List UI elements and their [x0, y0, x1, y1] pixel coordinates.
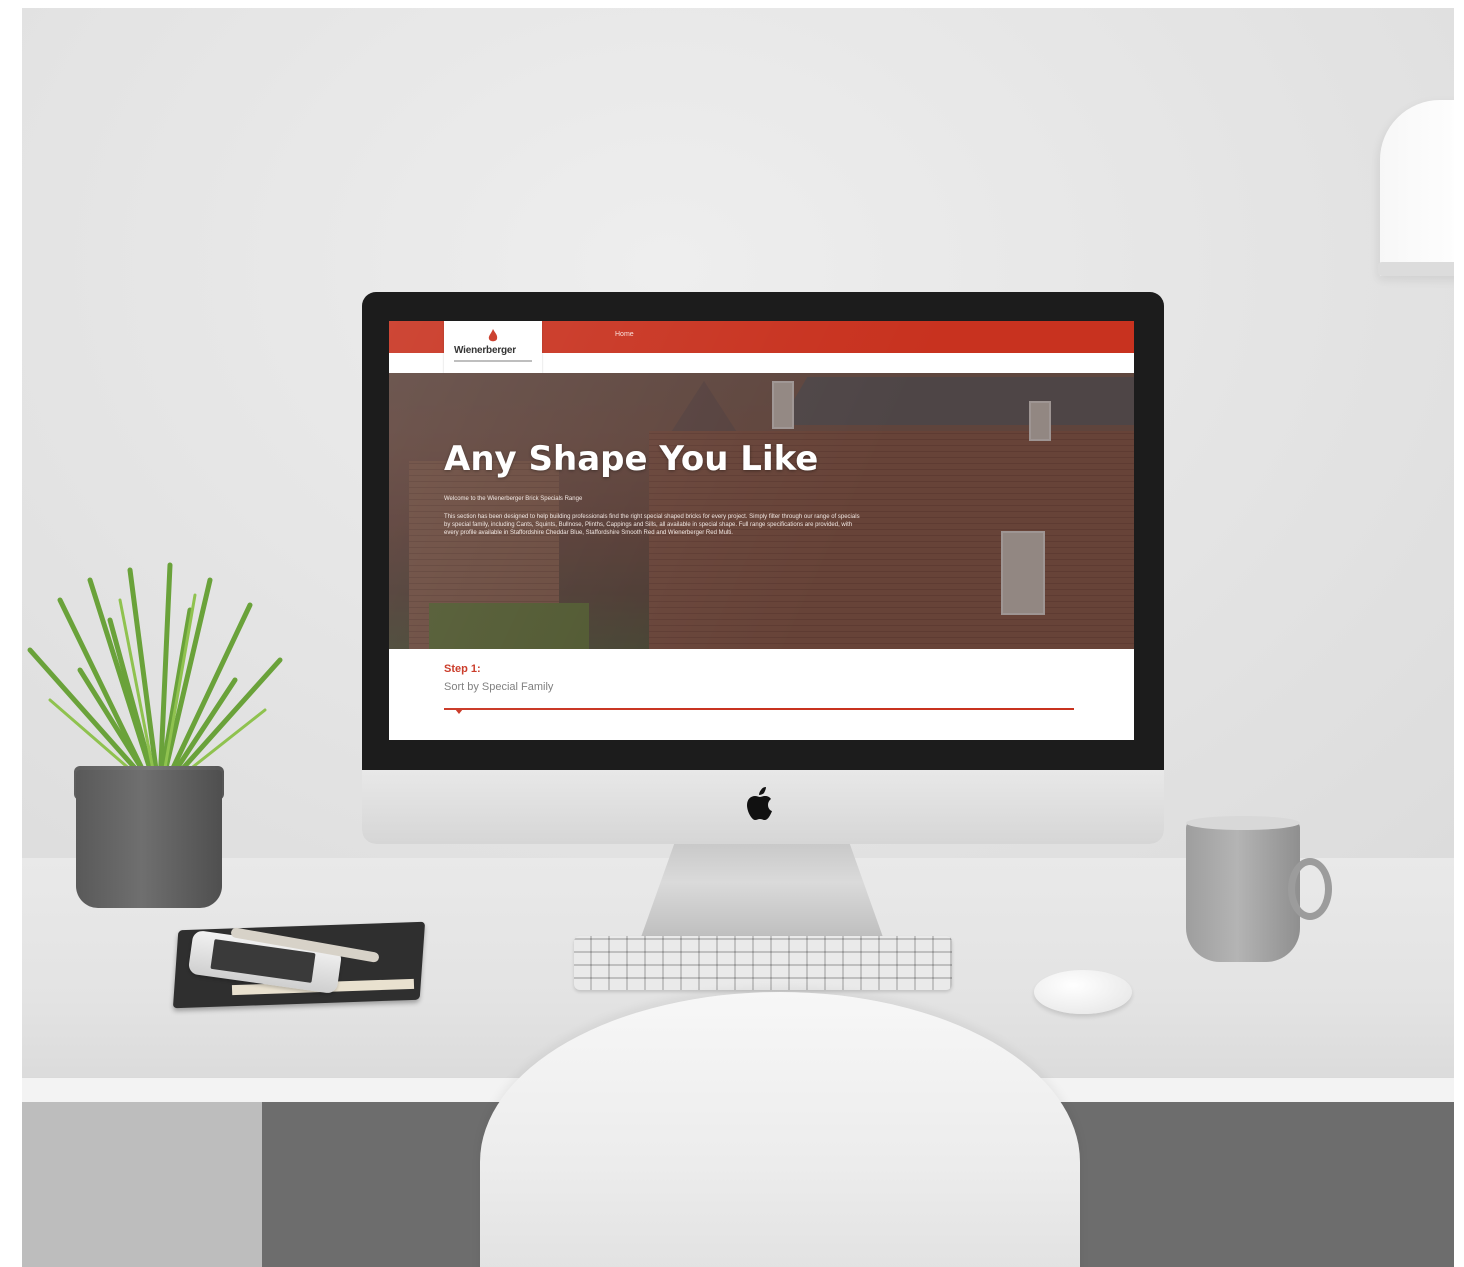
magic-mouse: [1034, 970, 1132, 1014]
mug-handle: [1288, 858, 1332, 920]
mug-rim: [1186, 816, 1300, 830]
step-label: Step 1:: [444, 663, 481, 675]
apple-logo-icon: [747, 787, 772, 820]
photo-border-top: [0, 0, 1464, 8]
monitor-stand: [640, 844, 884, 940]
logo-wordmark: Wienerberger: [454, 345, 516, 356]
step-marker-icon: [455, 709, 463, 714]
hero-overlay: [389, 373, 1134, 649]
site-logo[interactable]: Wienerberger: [444, 321, 542, 373]
website-screen: Wienerberger Home Any Shape You Like Wel…: [389, 321, 1134, 740]
desk-scene: Wienerberger Home Any Shape You Like Wel…: [0, 0, 1464, 1267]
lamp-rim: [1378, 262, 1458, 276]
logo-tagline: [454, 360, 532, 362]
pendant-lamp: [1380, 100, 1464, 276]
photo-border-right: [1454, 0, 1464, 1267]
nav-home-link[interactable]: Home: [615, 331, 634, 338]
logo-flame-icon: [488, 329, 498, 342]
photo-border-left: [0, 0, 22, 1267]
coffee-mug: [1186, 820, 1300, 962]
hero-description: This section has been designed to help b…: [444, 514, 860, 536]
step-divider: [444, 708, 1074, 710]
under-desk-light: [22, 1102, 262, 1267]
keyboard: [574, 936, 952, 990]
step-heading: Sort by Special Family: [444, 681, 554, 693]
hero-intro: Welcome to the Wienerberger Brick Specia…: [444, 496, 583, 502]
plant-pot: [76, 770, 222, 908]
plant-leaves: [27, 562, 283, 788]
hero-title: Any Shape You Like: [444, 439, 819, 479]
